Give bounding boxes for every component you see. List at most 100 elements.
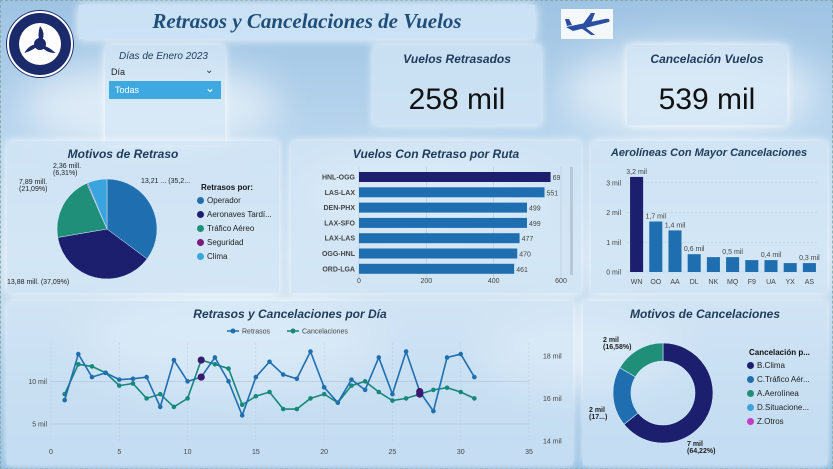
data-point [267,359,272,365]
airlines-panel: Aerolíneas Con Mayor Cancelaciones 0 mil… [591,141,827,293]
legend-label: Z.Otros [757,417,784,426]
bar-value-label: 0,5 mil [722,249,743,256]
x-tick-label: MQ [727,279,739,286]
x-tick-label: 10 [184,449,192,456]
header-title-bar: Retrasos y Cancelaciones de Vuelos [79,5,535,39]
delay-legend-item[interactable]: Aeronaves Tardí... [197,210,272,224]
data-point [226,379,231,384]
kpi-delayed-title: Vuelos Retrasados [403,52,511,66]
bar-value-label: 1,4 mil [665,222,686,229]
day-dropdown-value: Todas [115,85,140,95]
delay-legend-item[interactable]: Operador [197,196,272,210]
data-point [116,383,122,388]
x-tick-label: F9 [748,279,756,286]
page-title: Retrasos y Cancelaciones de Vuelos [152,9,462,33]
day-filter-panel: Días de Enero 2023 Día ⌄ Todas ⌄ [105,45,225,145]
legend-swatch [747,390,754,397]
x-tick-label: 15 [252,449,260,456]
x-tick-label: OO [650,279,661,286]
airline-bar [630,176,644,272]
route-bar [359,202,527,213]
delay-legend: Operador Aeronaves Tardí... Tráfico Aéreo S… [197,196,272,266]
data-point [157,404,163,410]
x-tick-label: 35 [525,449,533,456]
delay-legend-title: Retrasos por: [201,183,254,192]
legend-swatch [747,418,754,425]
legend-swatch [197,239,204,246]
y-tick-label: 0 mil [606,270,621,277]
x-tick-label: 20 [320,449,328,456]
kpi-cancel-title: Cancelación Vuelos [650,52,764,66]
data-point [226,366,231,371]
x-tick-label: 0 [357,278,361,285]
legend-marker [230,328,236,334]
airline-bar [745,260,759,272]
x-tick-label: AS [805,279,815,286]
donut-label-trafico: 2 mil (17...) [589,407,608,421]
legend-swatch [747,404,754,411]
data-point [239,402,245,408]
y-right-tick-label: 18 mil [543,353,562,360]
delay-legend-item[interactable]: Tráfico Aéreo [197,224,272,238]
data-point [390,391,395,397]
highlight-point [416,390,424,398]
x-tick-label: WN [631,279,643,286]
cancel-legend-item[interactable]: D.Situacione... [747,403,810,417]
series-line [63,359,475,410]
data-point [458,389,464,395]
data-point [472,374,477,380]
bar-value-label: 499 [529,221,541,228]
delay-legend-item[interactable]: Clima [197,252,272,266]
pie-label-clima: 2,36 mill. (6,31%) [53,163,82,177]
data-point [362,387,368,393]
data-point [362,379,368,384]
cancel-reasons-panel: Motivos de Cancelaciones 2 mil (16,58%) … [583,301,827,465]
cancel-legend-item[interactable]: C.Tráfico Aér... [747,375,810,389]
delay-reasons-panel: Motivos de Retraso 2,36 mill. (6,31%) 13… [7,141,279,293]
data-point [376,389,382,395]
delay-legend-item[interactable]: Seguridad [197,238,272,252]
airline-bar [764,260,778,272]
bar-value-label: 0,6 mil [684,246,705,253]
donut-label-aerolinea: 2 mil (16,58%) [603,337,632,351]
cancel-legend-item[interactable]: A.Aerolínea [747,389,810,403]
legend-swatch [197,197,204,204]
bar-value-label: 3,2 mil [626,169,647,176]
x-tick-label: YX [786,279,796,286]
x-tick-label: 200 [420,278,432,285]
data-point [253,393,259,399]
y-right-tick-label: 14 mil [543,439,562,446]
cancel-legend-item[interactable]: Z.Otros [747,417,810,431]
data-point [403,396,409,401]
data-point [472,396,477,401]
day-dropdown[interactable]: Todas ⌄ [109,81,221,99]
chevron-down-icon[interactable]: ⌄ [205,65,213,76]
data-point [280,372,286,377]
dot-seal-logo [7,11,73,77]
chevron-down-icon: ⌄ [204,81,215,95]
pie-label-aeronaves: 13,88 mill. (37,09%) [7,279,70,286]
data-point [267,389,272,395]
airline-bar [668,230,682,272]
daily-line-chart: 0 5 10 15 20 25 30 35 5 mil 10 mil 14 mil 16 mil 18 … [28,328,562,456]
kpi-cancel-value: 539 mil [658,83,756,116]
legend-swatch [197,211,204,218]
y-tick-label: OGG-HNL [322,251,356,258]
x-tick-label: 25 [389,449,397,456]
x-tick-label: 0 [49,449,53,456]
legend-label: A.Aerolínea [757,389,799,398]
legend-label: Clima [207,252,228,261]
data-point [157,391,163,397]
cancel-legend-item[interactable]: B.Clima [747,361,810,375]
data-point [76,351,81,357]
airline-bar [706,257,720,272]
legend-swatch [197,253,204,260]
y-tick-label: LAX-LAS [325,236,356,243]
legend-label: B.Clima [757,361,786,370]
legend-label: Tráfico Aéreo [207,224,255,233]
route-bar [359,263,515,274]
highlight-point [197,356,205,364]
data-point [431,387,436,393]
data-point [308,396,313,401]
data-point [185,396,190,401]
